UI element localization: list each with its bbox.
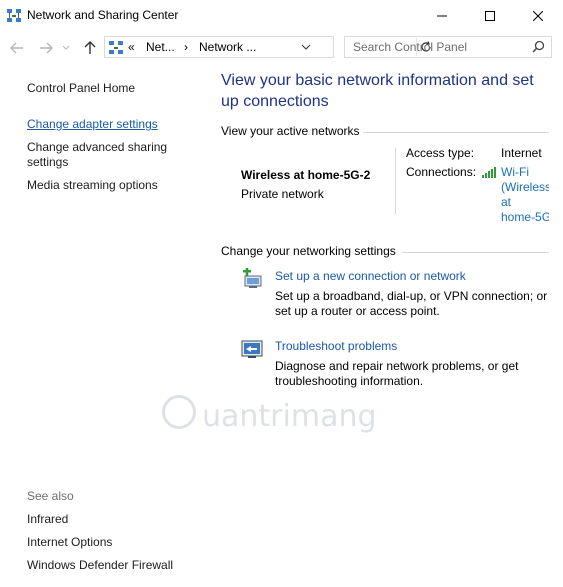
title-bar: Network and Sharing Center <box>0 0 563 32</box>
arrow-right-icon <box>40 42 53 54</box>
connection-line[interactable]: home-5G <box>501 210 549 225</box>
troubleshoot-problems-link[interactable]: Troubleshoot problems <box>275 339 397 353</box>
network-type[interactable]: Private network <box>241 187 324 201</box>
chevron-down-icon <box>62 45 70 50</box>
change-adapter-settings-link[interactable]: Change adapter settings <box>27 117 197 132</box>
breadcrumb-separator[interactable]: › <box>184 40 188 54</box>
network-name: Wireless at home-5G-2 <box>241 168 371 182</box>
change-advanced-sharing-link[interactable]: Change advanced sharing settings <box>27 140 172 170</box>
forward-button[interactable] <box>36 38 56 58</box>
search-box[interactable]: Search Control Panel <box>344 36 552 58</box>
access-type-label: Access type: <box>406 146 475 160</box>
see-also-heading: See also <box>27 489 74 503</box>
connection-line[interactable]: at <box>501 195 549 210</box>
internet-options-link[interactable]: Internet Options <box>27 535 197 550</box>
set-up-connection-description: Set up a broadband, dial-up, or VPN conn… <box>275 289 548 318</box>
address-bar[interactable]: « Net... › Network ... <box>104 36 431 58</box>
left-panel: Control Panel Home Change adapter settin… <box>0 64 205 587</box>
vertical-divider <box>395 148 396 214</box>
window-title: Network and Sharing Center <box>27 8 179 22</box>
arrow-up-icon <box>84 41 96 54</box>
connection-line[interactable]: (Wireless <box>501 180 549 195</box>
set-up-connection-link[interactable]: Set up a new connection or network <box>275 269 466 283</box>
new-connection-icon <box>243 268 262 288</box>
network-icon <box>109 41 123 54</box>
arrow-left-icon <box>10 42 23 54</box>
watermark: uantrimang <box>160 393 390 443</box>
access-type-value: Internet <box>501 146 542 160</box>
chevron-down-icon[interactable] <box>301 44 311 51</box>
back-button[interactable] <box>7 38 27 58</box>
page-title: View your basic network information and … <box>221 72 534 110</box>
close-icon <box>533 11 543 21</box>
maximize-icon <box>485 11 495 21</box>
close-button[interactable] <box>515 0 561 32</box>
section-divider <box>402 252 549 253</box>
control-panel-home-link[interactable]: Control Panel Home <box>27 81 197 96</box>
wifi-signal-icon <box>482 167 496 178</box>
maximize-button[interactable] <box>467 0 513 32</box>
breadcrumb-network[interactable]: Net... <box>146 40 175 54</box>
active-networks-label: View your active networks <box>221 124 360 138</box>
network-icon <box>7 9 21 22</box>
wifi-connection-link[interactable]: Wi-Fi (Wireless at home-5G <box>501 165 549 225</box>
search-input[interactable]: Search Control Panel <box>353 40 467 54</box>
main-content: View your basic network information and … <box>205 64 563 587</box>
watermark-text: uantrimang <box>202 399 377 434</box>
watermark-logo-icon <box>162 395 196 429</box>
minimize-icon <box>437 15 447 17</box>
troubleshoot-icon <box>241 340 263 358</box>
media-streaming-options-link[interactable]: Media streaming options <box>27 178 197 193</box>
windows-defender-firewall-link[interactable]: Windows Defender Firewall <box>27 558 197 573</box>
change-settings-label: Change your networking settings <box>221 244 396 258</box>
section-divider <box>363 132 549 133</box>
connection-line[interactable]: Wi-Fi <box>501 165 549 180</box>
minimize-button[interactable] <box>419 0 465 32</box>
up-button[interactable] <box>80 38 100 58</box>
breadcrumb-network-center[interactable]: Network ... <box>199 40 256 54</box>
recent-locations-button[interactable] <box>60 38 72 58</box>
infrared-link[interactable]: Infrared <box>27 512 197 527</box>
troubleshoot-description: Diagnose and repair network problems, or… <box>275 359 519 388</box>
search-icon[interactable] <box>532 40 545 53</box>
connections-label: Connections: <box>406 165 477 179</box>
breadcrumb-overflow[interactable]: « <box>128 40 135 54</box>
